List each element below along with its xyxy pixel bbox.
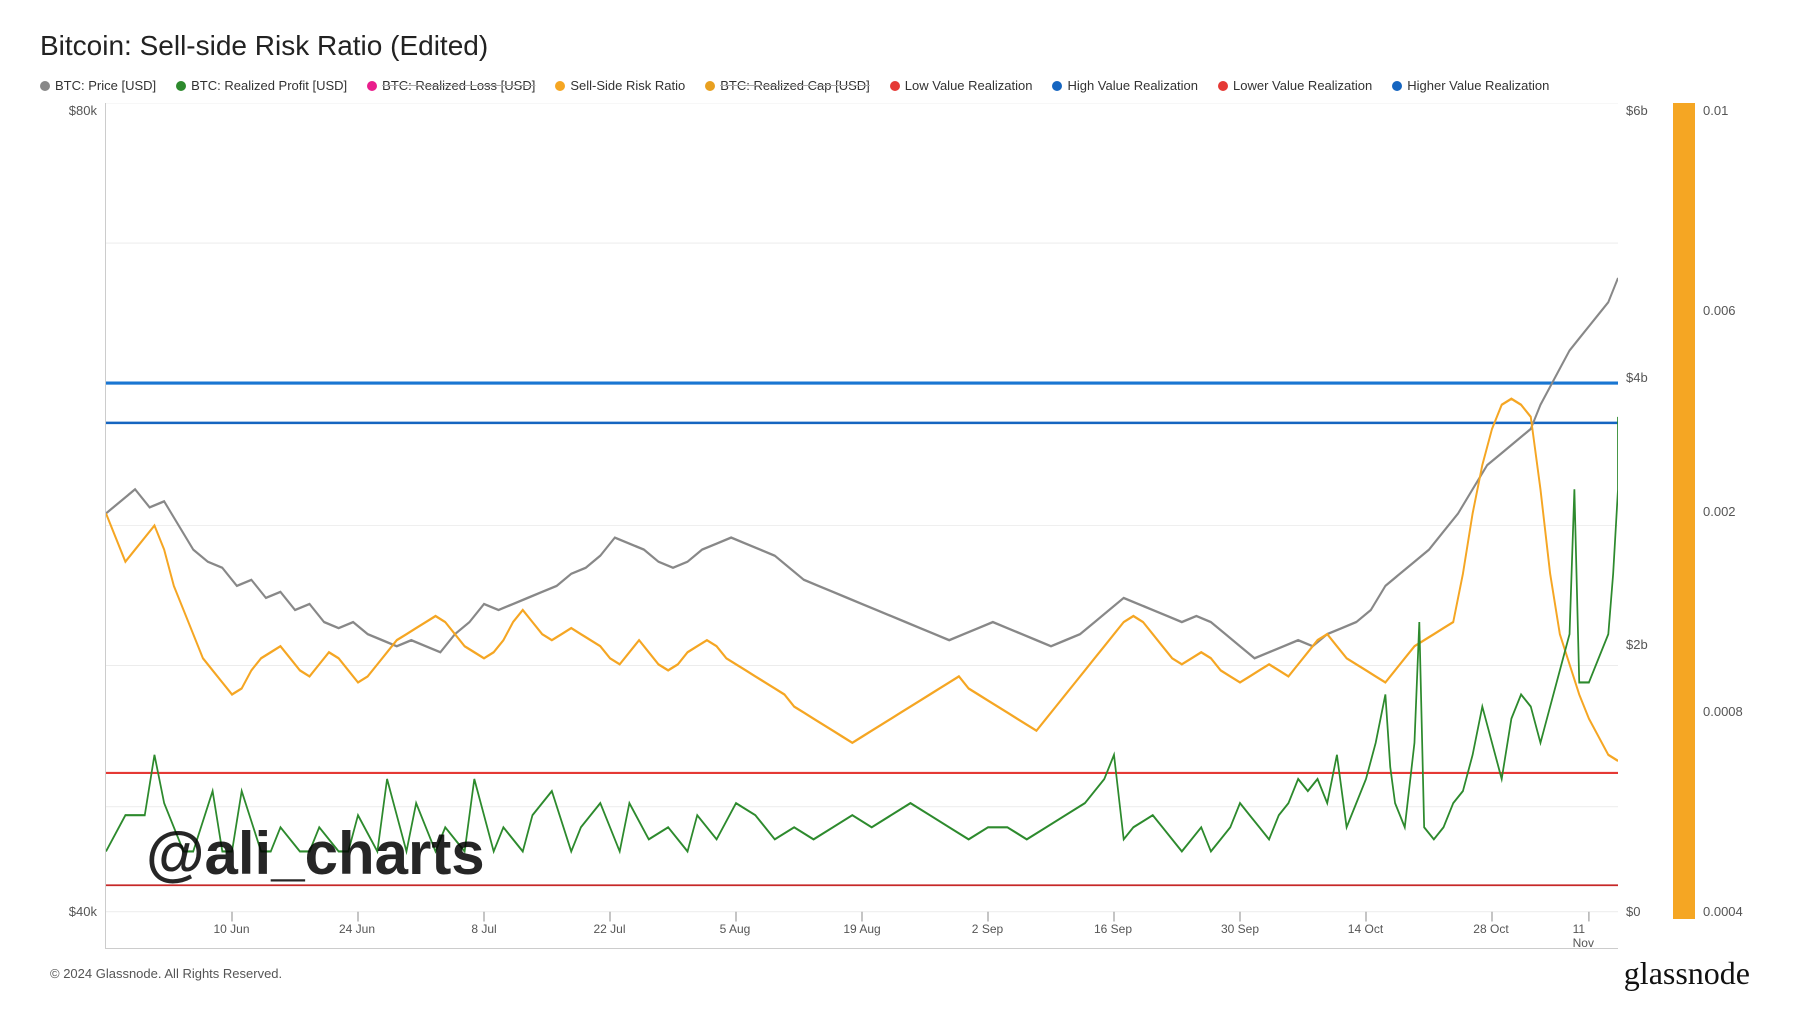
y-right-2b: $2b [1626,637,1648,652]
orange-accent-bar [1673,103,1695,919]
legend-high-value: High Value Realization [1052,78,1198,93]
x-label-5aug: 5 Aug [720,922,751,936]
x-label-28oct: 28 Oct [1473,922,1508,936]
footer: © 2024 Glassnode. All Rights Reserved. g… [40,953,1760,993]
y-right-0002: 0.002 [1703,504,1736,519]
legend-realized-profit: BTC: Realized Profit [USD] [176,78,347,93]
legend-label-btc-price: BTC: Price [USD] [55,78,156,93]
y-axis-left: $80k $40k [40,103,105,949]
x-label-14oct: 14 Oct [1348,922,1383,936]
legend-dot-low-value [890,81,900,91]
x-label-22jul: 22 Jul [593,922,625,936]
chart-outer: $80k $40k [40,103,1760,949]
y-right-00008: 0.0008 [1703,704,1743,719]
legend-dot-btc-price [40,81,50,91]
realized-profit-line [106,417,1618,852]
y-axis-right-dollars: $6b $4b $2b $0 [1618,103,1673,949]
legend-label-realized-cap: BTC: Realized Cap [USD] [720,78,870,93]
legend-low-value: Low Value Realization [890,78,1033,93]
y-right-0006: 0.006 [1703,303,1736,318]
x-label-24jun: 24 Jun [339,922,375,936]
legend-higher-value: Higher Value Realization [1392,78,1549,93]
x-label-2sep: 2 Sep [972,922,1003,936]
y-axis-right-ratio: 0.01 0.006 0.002 0.0008 0.0004 [1695,103,1760,949]
legend-lower-value: Lower Value Realization [1218,78,1372,93]
legend-realized-loss: BTC: Realized Loss [USD] [367,78,535,93]
y-left-bottom: $40k [69,904,97,919]
x-label-8jul: 8 Jul [471,922,496,936]
x-label-19aug: 19 Aug [843,922,880,936]
page-container: Bitcoin: Sell-side Risk Ratio (Edited) B… [0,0,1800,1013]
x-axis-labels: 10 Jun 24 Jun 8 Jul 22 Jul 5 Aug 19 Aug … [106,918,1618,948]
x-label-16sep: 16 Sep [1094,922,1132,936]
legend-dot-sell-side [555,81,565,91]
legend-dot-high-value [1052,81,1062,91]
footer-copyright: © 2024 Glassnode. All Rights Reserved. [50,966,282,981]
chart-area: 10 Jun 24 Jun 8 Jul 22 Jul 5 Aug 19 Aug … [105,103,1618,949]
legend-dot-realized-profit [176,81,186,91]
y-left-top: $80k [69,103,97,118]
x-label-10jun: 10 Jun [213,922,249,936]
y-right-4b: $4b [1626,370,1648,385]
x-label-11nov: 11 Nov [1573,922,1603,950]
x-label-30sep: 30 Sep [1221,922,1259,936]
legend-area: BTC: Price [USD] BTC: Realized Profit [U… [40,78,1760,93]
btc-price-line [106,278,1618,658]
legend-dot-realized-loss [367,81,377,91]
footer-brand: glassnode [1624,955,1750,992]
legend-label-higher-value: Higher Value Realization [1407,78,1549,93]
legend-label-realized-profit: BTC: Realized Profit [USD] [191,78,347,93]
legend-dot-lower-value [1218,81,1228,91]
legend-sell-side: Sell-Side Risk Ratio [555,78,685,93]
y-right-00004: 0.0004 [1703,904,1743,919]
legend-dot-higher-value [1392,81,1402,91]
legend-label-sell-side: Sell-Side Risk Ratio [570,78,685,93]
legend-dot-realized-cap [705,81,715,91]
legend-btc-price: BTC: Price [USD] [40,78,156,93]
y-right-0: $0 [1626,904,1640,919]
chart-title: Bitcoin: Sell-side Risk Ratio (Edited) [40,30,1760,62]
legend-label-lower-value: Lower Value Realization [1233,78,1372,93]
legend-label-realized-loss: BTC: Realized Loss [USD] [382,78,535,93]
y-right-001: 0.01 [1703,103,1728,118]
legend-realized-cap: BTC: Realized Cap [USD] [705,78,870,93]
legend-label-low-value: Low Value Realization [905,78,1033,93]
legend-label-high-value: High Value Realization [1067,78,1198,93]
chart-svg [106,103,1618,948]
y-right-6b: $6b [1626,103,1648,118]
